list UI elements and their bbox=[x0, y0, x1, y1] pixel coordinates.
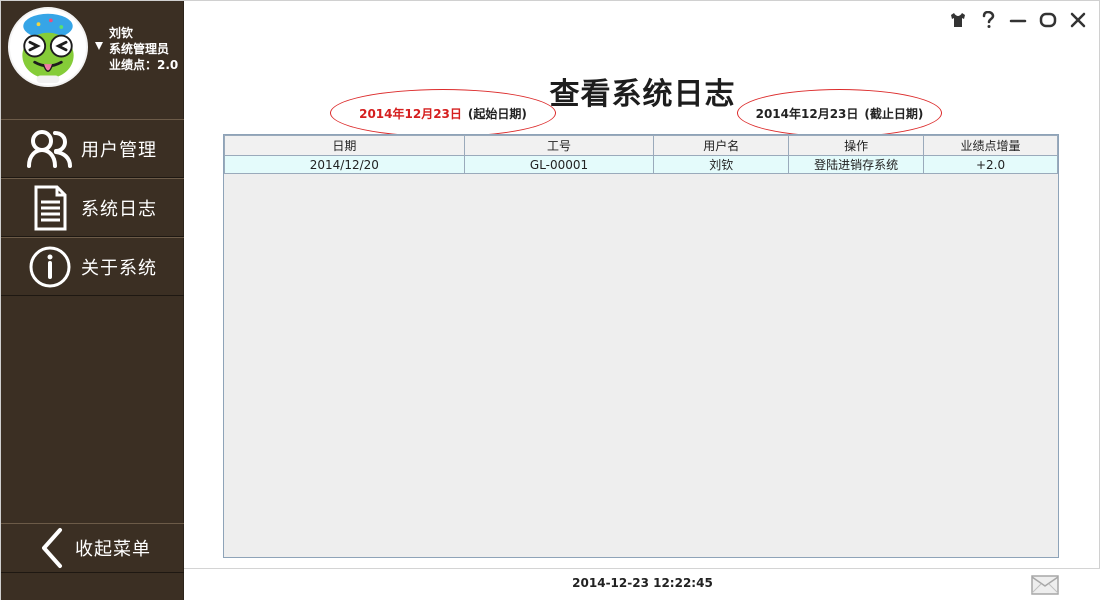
column-header-points-delta[interactable]: 业绩点增量 bbox=[923, 135, 1058, 156]
table-cell-points-delta: +2.0 bbox=[923, 155, 1058, 174]
main-content: 查看系统日志 2014年12月23日 (起始日期) 2014年12月23日 (截… bbox=[184, 1, 1100, 600]
start-date-value: 2014年12月23日 bbox=[359, 106, 462, 121]
end-date-label: (截止日期) bbox=[864, 106, 924, 121]
sidebar-item-label: 关于系统 bbox=[81, 257, 157, 279]
sidebar-item-label: 用户管理 bbox=[81, 139, 157, 161]
date-range-filter: 2014年12月23日 (起始日期) 2014年12月23日 (截止日期) bbox=[184, 89, 1100, 137]
table-row[interactable]: 2014/12/20 GL-00001 刘钦 登陆进销存系统 +2.0 bbox=[224, 155, 1058, 174]
start-date-label: (起始日期) bbox=[467, 106, 527, 121]
minimize-icon[interactable] bbox=[1009, 11, 1027, 29]
table-cell-date: 2014/12/20 bbox=[224, 155, 465, 174]
document-icon bbox=[25, 183, 75, 233]
column-header-username[interactable]: 用户名 bbox=[653, 135, 790, 156]
info-icon bbox=[25, 242, 75, 292]
column-header-operation[interactable]: 操作 bbox=[788, 135, 925, 156]
end-date-picker[interactable]: 2014年12月23日 (截止日期) bbox=[737, 89, 942, 137]
collapse-menu-label: 收起菜单 bbox=[75, 539, 151, 560]
collapse-menu-button[interactable]: 收起菜单 bbox=[1, 523, 184, 573]
mail-icon[interactable] bbox=[1031, 575, 1059, 595]
table-cell-username: 刘钦 bbox=[653, 155, 790, 174]
profile-points: 业绩点：2.0 bbox=[109, 58, 179, 72]
table-header-row: 日期 工号 用户名 操作 业绩点增量 bbox=[224, 135, 1058, 156]
start-date-picker[interactable]: 2014年12月23日 (起始日期) bbox=[330, 89, 556, 137]
profile-info: 刘钦 系统管理员 业绩点：2.0 bbox=[109, 25, 178, 73]
help-icon[interactable] bbox=[979, 11, 997, 29]
sidebar: 刘钦 系统管理员 业绩点：2.0 用户管理 系统日志 关于系统 收起菜单 bbox=[1, 1, 184, 600]
sidebar-nav: 用户管理 系统日志 关于系统 bbox=[1, 119, 184, 296]
maximize-icon[interactable] bbox=[1039, 11, 1057, 29]
profile-role: 系统管理员 bbox=[109, 42, 170, 56]
shirt-icon[interactable] bbox=[949, 11, 967, 29]
status-timestamp: 2014-12-23 12:22:45 bbox=[572, 576, 713, 590]
sidebar-item-user-management[interactable]: 用户管理 bbox=[1, 119, 184, 178]
window-controls bbox=[949, 11, 1087, 29]
app-window: 刘钦 系统管理员 业绩点：2.0 用户管理 系统日志 关于系统 收起菜单 查看系… bbox=[0, 0, 1100, 600]
table-cell-operation: 登陆进销存系统 bbox=[788, 155, 925, 174]
system-log-table: 日期 工号 用户名 操作 业绩点增量 2014/12/20 GL-00001 刘… bbox=[224, 135, 1058, 174]
frog-avatar-icon[interactable] bbox=[8, 7, 88, 87]
log-table-frame: 日期 工号 用户名 操作 业绩点增量 2014/12/20 GL-00001 刘… bbox=[223, 134, 1059, 558]
status-bar: 2014-12-23 12:22:45 bbox=[184, 568, 1100, 600]
chevron-left-icon bbox=[37, 526, 67, 570]
sidebar-item-label: 系统日志 bbox=[81, 198, 157, 220]
user-profile: 刘钦 系统管理员 业绩点：2.0 bbox=[1, 1, 184, 119]
sidebar-item-system-log[interactable]: 系统日志 bbox=[1, 178, 184, 237]
users-icon bbox=[25, 124, 75, 174]
sidebar-item-about[interactable]: 关于系统 bbox=[1, 237, 184, 296]
close-icon[interactable] bbox=[1069, 11, 1087, 29]
table-cell-employee-id: GL-00001 bbox=[463, 155, 655, 174]
column-header-date[interactable]: 日期 bbox=[224, 135, 465, 156]
column-header-employee-id[interactable]: 工号 bbox=[463, 135, 655, 156]
profile-menu-chevron-down-icon[interactable] bbox=[95, 42, 103, 50]
end-date-value: 2014年12月23日 bbox=[755, 106, 859, 121]
profile-name: 刘钦 bbox=[109, 26, 134, 40]
